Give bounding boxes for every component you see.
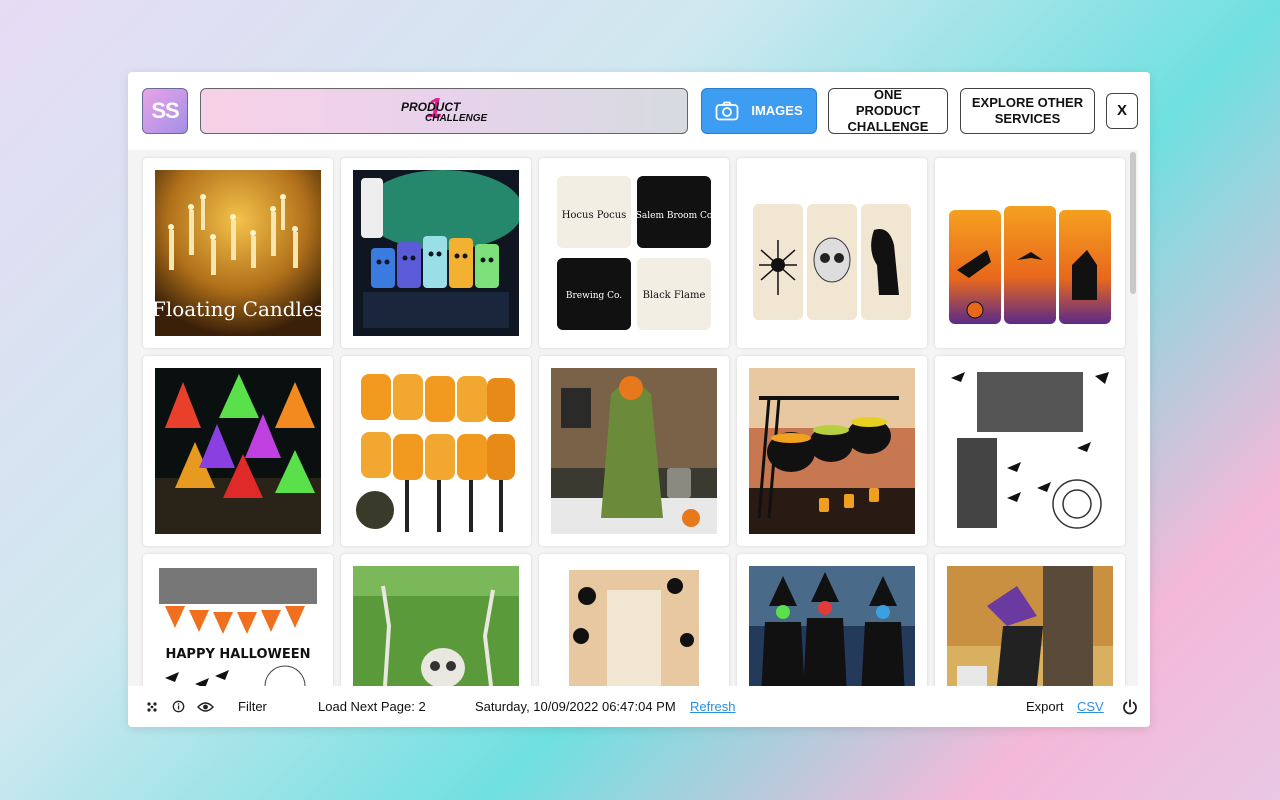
- product-card[interactable]: [737, 554, 927, 686]
- product-card[interactable]: [341, 356, 531, 546]
- one-product-challenge-button[interactable]: ONE PRODUCT CHALLENGE: [828, 87, 948, 134]
- images-button[interactable]: IMAGES: [701, 88, 817, 134]
- product-image-flame-torch-lights[interactable]: [353, 368, 519, 534]
- product-card[interactable]: [935, 158, 1125, 348]
- refresh-link[interactable]: Refresh: [690, 686, 736, 727]
- power-icon[interactable]: [1122, 686, 1138, 727]
- one-product-challenge-banner[interactable]: 1 PRODUCT CHALLENGE: [200, 88, 688, 134]
- one-product-challenge-label: ONE PRODUCT CHALLENGE: [847, 87, 929, 134]
- product-image-happy-halloween-banner[interactable]: HAPPY HALLOWEEN: [155, 566, 321, 686]
- load-next-page-button[interactable]: Load Next Page: 2: [318, 686, 426, 727]
- challenge-logo: 1 PRODUCT CHALLENGE: [399, 94, 489, 128]
- camera-icon: [715, 101, 739, 121]
- banner-line2: CHALLENGE: [425, 113, 488, 124]
- product-card[interactable]: [143, 356, 333, 546]
- product-card[interactable]: [737, 158, 927, 348]
- product-image-hanging-witch-hats[interactable]: [155, 368, 321, 534]
- product-image-cauldron-serving-stand[interactable]: [749, 368, 915, 534]
- info-icon[interactable]: [172, 686, 185, 727]
- timestamp: Saturday, 10/09/2022 06:47:04 PM: [475, 699, 676, 714]
- product-caption: Floating Candles: [155, 297, 321, 321]
- pillow-text-hocus-pocus: Hocus Pocus: [562, 210, 627, 221]
- product-card[interactable]: [539, 356, 729, 546]
- product-card[interactable]: [737, 356, 927, 546]
- product-image-witch-bat-candles[interactable]: [947, 170, 1113, 336]
- footer-bar: Filter Load Next Page: 2 Saturday, 10/09…: [128, 686, 1150, 727]
- product-image-crashing-witch-tree[interactable]: [947, 566, 1113, 686]
- scrollbar-thumb[interactable]: [1130, 152, 1136, 294]
- product-card[interactable]: Hocus Pocus Salem Broom Co Brewing Co. B…: [539, 158, 729, 348]
- product-card[interactable]: [935, 554, 1125, 686]
- pillow-text-brewing-co: Brewing Co.: [566, 291, 622, 301]
- product-card[interactable]: [341, 158, 531, 348]
- settings-icon[interactable]: [146, 686, 158, 727]
- extension-window: SS 1 PRODUCT CHALLENGE IMAGES ONE PRODUC…: [128, 72, 1150, 727]
- product-image-led-pumpkin-candles[interactable]: [353, 170, 519, 336]
- product-image-skeleton-ground-stakes[interactable]: [353, 566, 519, 686]
- app-logo: SS: [142, 88, 188, 134]
- product-image-hanging-reaper-ghost[interactable]: [551, 368, 717, 534]
- product-image-spider-web-lace-decor[interactable]: [947, 368, 1113, 534]
- explore-other-services-label: EXPLORE OTHER SERVICES: [971, 95, 1084, 126]
- product-image-floating-candles[interactable]: Floating Candles: [155, 170, 321, 336]
- csv-export-link[interactable]: CSV: [1077, 686, 1104, 727]
- product-image-halloween-pillow-covers[interactable]: Hocus Pocus Salem Broom Co Brewing Co. B…: [551, 170, 717, 336]
- product-image-spider-skull-raven-candles[interactable]: [749, 170, 915, 336]
- grid-scrollbar[interactable]: [1128, 152, 1138, 686]
- explore-other-services-button[interactable]: EXPLORE OTHER SERVICES: [960, 88, 1095, 134]
- product-card[interactable]: [935, 356, 1125, 546]
- product-card[interactable]: [341, 554, 531, 686]
- app-logo-text: SS: [151, 98, 179, 123]
- images-button-label: IMAGES: [751, 103, 803, 118]
- eye-icon[interactable]: [197, 686, 214, 727]
- banner-line1: PRODUCT: [401, 100, 461, 114]
- product-card[interactable]: HAPPY HALLOWEEN: [143, 554, 333, 686]
- product-card[interactable]: [539, 554, 729, 686]
- close-button[interactable]: X: [1106, 93, 1138, 129]
- product-image-spider-door-decor[interactable]: [551, 566, 717, 686]
- product-image-grid: Floating Candles Hocus Pocus Salem Broom…: [128, 150, 1138, 686]
- product-card[interactable]: Floating Candles: [143, 158, 333, 348]
- product-image-glowing-witch-figures[interactable]: [749, 566, 915, 686]
- filter-button[interactable]: Filter: [238, 686, 267, 727]
- pillow-text-black-flame: Black Flame: [643, 290, 706, 301]
- close-icon: X: [1116, 102, 1127, 119]
- export-label: Export: [1026, 699, 1064, 714]
- pillow-text-salem-broom: Salem Broom Co: [636, 211, 713, 221]
- banner-text: HAPPY HALLOWEEN: [165, 647, 310, 662]
